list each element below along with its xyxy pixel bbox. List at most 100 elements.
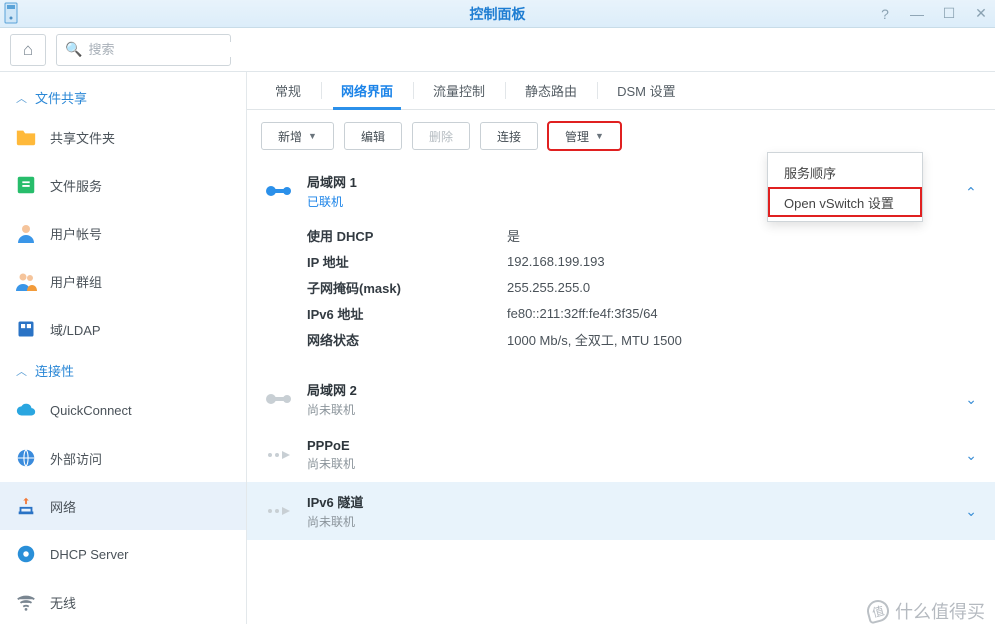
minimize-button[interactable]: — bbox=[909, 6, 925, 22]
sidebar-item-label: 文件服务 bbox=[50, 176, 230, 195]
search-field[interactable]: 🔍 bbox=[56, 34, 231, 66]
tab-label: 常规 bbox=[275, 81, 301, 100]
manage-button[interactable]: 管理 ▼ bbox=[548, 122, 621, 150]
sidebar: ︿ 文件共享 共享文件夹 文件服务 用户帐号 用户群组 域/LDAP bbox=[0, 72, 247, 624]
wifi-icon bbox=[14, 590, 38, 614]
chevron-down-icon: ⌄ bbox=[965, 391, 977, 408]
sidebar-item-shared-folder[interactable]: 共享文件夹 bbox=[0, 113, 246, 161]
user-icon bbox=[14, 221, 38, 245]
sidebar-item-label: QuickConnect bbox=[50, 403, 230, 418]
interface-row-pppoe[interactable]: PPPoE 尚未联机 ⌄ bbox=[247, 428, 995, 482]
sidebar-item-label: 网络 bbox=[50, 497, 230, 516]
button-label: 管理 bbox=[565, 128, 589, 145]
button-label: 编辑 bbox=[361, 128, 385, 145]
interface-row-lan2[interactable]: 局域网 2 尚未联机 ⌄ bbox=[247, 370, 995, 428]
tab-general[interactable]: 常规 bbox=[255, 72, 321, 109]
chevron-up-icon: ︿ bbox=[16, 90, 27, 106]
toolbar: 新增▼ 编辑 删除 连接 管理▼ 服务顺序 Open vSwitch 设置 bbox=[247, 110, 995, 162]
ipv6-tunnel-icon bbox=[265, 500, 293, 522]
sidebar-item-quickconnect[interactable]: QuickConnect bbox=[0, 386, 246, 434]
search-input[interactable] bbox=[88, 42, 264, 57]
lan-connected-icon bbox=[265, 180, 293, 202]
titlebar: 控制面板 ? — ☐ ✕ bbox=[0, 0, 995, 28]
sidebar-item-label: 用户帐号 bbox=[50, 224, 230, 243]
menu-item-ovs-settings[interactable]: Open vSwitch 设置 bbox=[768, 187, 922, 217]
sidebar-item-dhcp[interactable]: DHCP Server bbox=[0, 530, 246, 578]
menu-label: Open vSwitch 设置 bbox=[784, 193, 894, 212]
tab-dsm-settings[interactable]: DSM 设置 bbox=[597, 72, 696, 109]
sidebar-item-external-access[interactable]: 外部访问 bbox=[0, 434, 246, 482]
window-title: 控制面板 bbox=[470, 4, 526, 24]
section-label: 文件共享 bbox=[35, 88, 87, 107]
file-service-icon bbox=[14, 173, 38, 197]
button-label: 连接 bbox=[497, 128, 521, 145]
detail-label: 网络状态 bbox=[307, 330, 507, 349]
sidebar-section-connectivity[interactable]: ︿ 连接性 bbox=[0, 353, 246, 386]
tab-label: 网络界面 bbox=[341, 81, 393, 100]
sidebar-item-network[interactable]: 网络 bbox=[0, 482, 246, 530]
interface-title: 局域网 2 bbox=[307, 380, 951, 399]
chevron-down-icon: ▼ bbox=[595, 131, 604, 141]
sidebar-item-file-services[interactable]: 文件服务 bbox=[0, 161, 246, 209]
sidebar-item-label: 外部访问 bbox=[50, 449, 230, 468]
sidebar-item-label: DHCP Server bbox=[50, 547, 230, 562]
directory-icon bbox=[14, 317, 38, 341]
pppoe-icon bbox=[265, 444, 293, 466]
detail-value: 1000 Mb/s, 全双工, MTU 1500 bbox=[507, 330, 682, 349]
globe-icon bbox=[14, 446, 38, 470]
menu-item-service-order[interactable]: 服务顺序 bbox=[768, 157, 922, 187]
main-panel: 常规 网络界面 流量控制 静态路由 DSM 设置 新增 ▼ 编辑 删除 连接 管理… bbox=[247, 72, 995, 624]
detail-value: 是 bbox=[507, 226, 520, 245]
close-button[interactable]: ✕ bbox=[973, 5, 989, 22]
chevron-up-icon: ︿ bbox=[16, 363, 27, 379]
interface-list: 局域网 1 已联机 ⌄ 使用 DHCP是 IP 地址192.168.199.19… bbox=[247, 162, 995, 624]
sidebar-item-user-account[interactable]: 用户帐号 bbox=[0, 209, 246, 257]
help-button[interactable]: ? bbox=[877, 6, 893, 22]
tab-static-route[interactable]: 静态路由 bbox=[505, 72, 597, 109]
menu-label: 服务顺序 bbox=[784, 163, 836, 182]
chevron-down-icon: ▼ bbox=[308, 131, 317, 141]
maximize-button[interactable]: ☐ bbox=[941, 5, 957, 22]
group-icon bbox=[14, 269, 38, 293]
home-button[interactable]: ⌂ bbox=[10, 34, 46, 66]
sidebar-item-domain-ldap[interactable]: 域/LDAP bbox=[0, 305, 246, 353]
connect-button[interactable]: 连接 bbox=[480, 122, 538, 150]
detail-value: 192.168.199.193 bbox=[507, 254, 605, 269]
cloud-icon bbox=[14, 398, 38, 422]
interface-title: PPPoE bbox=[307, 438, 951, 453]
sidebar-item-label: 无线 bbox=[50, 593, 230, 612]
home-icon: ⌂ bbox=[23, 40, 33, 60]
button-label: 新增 bbox=[278, 128, 302, 145]
chevron-down-icon: ⌄ bbox=[965, 503, 977, 520]
interface-status: 尚未联机 bbox=[307, 455, 951, 472]
interface-title: IPv6 隧道 bbox=[307, 492, 951, 511]
section-label: 连接性 bbox=[35, 361, 74, 380]
detail-label: IP 地址 bbox=[307, 252, 507, 271]
chevron-up-icon: ⌄ bbox=[965, 183, 977, 200]
tab-label: 流量控制 bbox=[433, 81, 485, 100]
sidebar-item-wireless[interactable]: 无线 bbox=[0, 578, 246, 624]
interface-row-ipv6-tunnel[interactable]: IPv6 隧道 尚未联机 ⌄ bbox=[247, 482, 995, 540]
topbar: ⌂ 🔍 bbox=[0, 28, 995, 72]
edit-button[interactable]: 编辑 bbox=[344, 122, 402, 150]
detail-label: 使用 DHCP bbox=[307, 226, 507, 245]
tab-network-interface[interactable]: 网络界面 bbox=[321, 72, 413, 109]
interface-status: 尚未联机 bbox=[307, 401, 951, 418]
sidebar-item-user-group[interactable]: 用户群组 bbox=[0, 257, 246, 305]
folder-icon bbox=[14, 125, 38, 149]
detail-label: IPv6 地址 bbox=[307, 304, 507, 323]
watermark-text: 什么值得买 bbox=[895, 598, 985, 624]
tab-traffic-control[interactable]: 流量控制 bbox=[413, 72, 505, 109]
interface-details: 使用 DHCP是 IP 地址192.168.199.193 子网掩码(mask)… bbox=[247, 220, 995, 370]
button-label: 删除 bbox=[429, 128, 453, 145]
detail-value: fe80::211:32ff:fe4f:3f35/64 bbox=[507, 306, 658, 321]
sidebar-item-label: 用户群组 bbox=[50, 272, 230, 291]
detail-label: 子网掩码(mask) bbox=[307, 278, 507, 297]
sidebar-item-label: 共享文件夹 bbox=[50, 128, 230, 147]
new-button[interactable]: 新增 ▼ bbox=[261, 122, 334, 150]
lan-disconnected-icon bbox=[265, 388, 293, 410]
chevron-down-icon: ⌄ bbox=[965, 447, 977, 464]
interface-status: 尚未联机 bbox=[307, 513, 951, 530]
sidebar-section-fileshare[interactable]: ︿ 文件共享 bbox=[0, 80, 246, 113]
network-icon bbox=[14, 494, 38, 518]
